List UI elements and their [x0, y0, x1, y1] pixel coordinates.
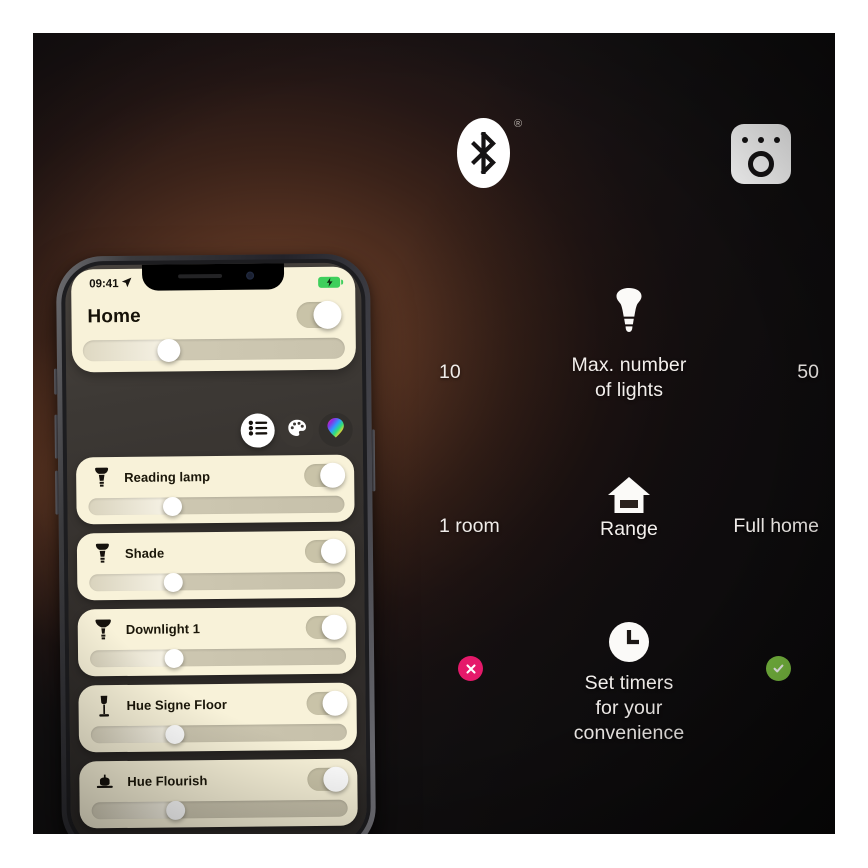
- light-brightness-slider[interactable]: [91, 799, 348, 820]
- light-name: Reading lamp: [124, 469, 211, 485]
- phone-frame: 09:41 Home Reading lamp Shade Downlight …: [54, 253, 377, 834]
- slider-knob[interactable]: [163, 496, 183, 516]
- list-item[interactable]: Reading lamp: [75, 454, 355, 525]
- light-brightness-slider[interactable]: [89, 571, 346, 592]
- max-lights-max-value: 50: [797, 361, 819, 383]
- timers-label-line1: Set timers: [584, 672, 674, 694]
- light-toggle[interactable]: [306, 690, 348, 716]
- light-row: Hue Flourish: [91, 766, 349, 794]
- light-list: Reading lamp Shade Downlight 1 Hue Signe…: [75, 454, 358, 834]
- hue-bridge-logo-icon: [731, 124, 791, 184]
- timers-label-line3: convenience: [573, 722, 685, 744]
- home-title-row: Home: [82, 300, 344, 331]
- bridge-ring: [748, 151, 774, 177]
- light-toggle[interactable]: [307, 766, 349, 792]
- clock-icon: [608, 621, 650, 668]
- light-toggle[interactable]: [305, 614, 347, 640]
- light-name: Hue Flourish: [127, 773, 208, 789]
- toggle-knob: [320, 462, 346, 488]
- light-name: Shade: [124, 545, 165, 561]
- view-mode-segmented-control: [240, 412, 353, 448]
- range-max-value: Full home: [733, 515, 819, 537]
- spot-bulb-icon: [89, 543, 115, 564]
- list-item[interactable]: Shade: [76, 530, 356, 601]
- battery-charging-icon: [318, 276, 341, 288]
- status-bar-left: 09:41: [82, 277, 133, 292]
- slider-knob[interactable]: [157, 338, 181, 362]
- list-item[interactable]: Hue Flourish: [79, 758, 358, 829]
- check-badge: [766, 656, 791, 681]
- downlight-icon: [90, 619, 116, 640]
- phone-power-button[interactable]: [371, 429, 376, 492]
- phone-screen: 09:41 Home Reading lamp Shade Downlight …: [64, 262, 368, 834]
- light-name: Downlight 1: [125, 621, 201, 637]
- spot-bulb-icon: [88, 467, 114, 488]
- bulb-icon: [614, 287, 644, 338]
- list-item[interactable]: Hue Signe Floor: [78, 682, 358, 753]
- house-icon: [607, 476, 651, 519]
- toggle-knob: [323, 766, 349, 792]
- light-brightness-slider[interactable]: [88, 495, 345, 516]
- bridge-dots: [731, 137, 791, 143]
- scenes-view-button[interactable]: [279, 412, 314, 448]
- pendant-lamp-icon: [91, 774, 117, 790]
- home-master-toggle[interactable]: [296, 300, 342, 329]
- home-brightness-slider[interactable]: [82, 337, 345, 362]
- toggle-knob: [320, 538, 347, 564]
- toggle-knob: [313, 300, 342, 329]
- status-bar-right: [318, 276, 344, 288]
- feature-max-lights: 10 Max. number of lights 50: [423, 287, 835, 407]
- status-bar-time: 09:41: [89, 278, 119, 291]
- feature-range: 1 room Range Full home: [423, 476, 835, 566]
- list-item[interactable]: Downlight 1: [77, 606, 357, 677]
- registered-trademark-mark: ®: [514, 118, 523, 130]
- color-view-button[interactable]: [318, 412, 353, 447]
- location-arrow-icon: [122, 277, 133, 291]
- toggle-knob: [322, 690, 348, 716]
- light-toggle[interactable]: [304, 462, 346, 488]
- cross-badge: [458, 656, 483, 681]
- light-row: Hue Signe Floor: [90, 690, 348, 718]
- timers-label-line2: for your: [595, 697, 663, 719]
- palette-icon: [287, 419, 306, 442]
- slider-knob[interactable]: [165, 724, 185, 744]
- timers-label: Set timers for your convenience: [514, 671, 744, 746]
- scene-canvas: ® 10 Max. number of lights 50 1 room Ran…: [33, 33, 835, 834]
- phone-volume-down-button[interactable]: [55, 470, 59, 515]
- toggle-knob: [321, 614, 347, 640]
- phone-volume-up-button[interactable]: [54, 414, 58, 459]
- bluetooth-logo-icon: [457, 118, 510, 188]
- light-toggle[interactable]: [304, 538, 347, 564]
- earpiece-speaker: [178, 273, 223, 279]
- color-bulb-icon: [326, 416, 346, 443]
- front-camera: [246, 271, 255, 280]
- logo-row: ®: [423, 118, 835, 208]
- slider-knob[interactable]: [164, 572, 184, 592]
- light-brightness-slider[interactable]: [90, 723, 347, 744]
- light-name: Hue Signe Floor: [126, 696, 228, 713]
- light-row: Reading lamp: [88, 462, 346, 490]
- phone-notch: [141, 263, 285, 291]
- slider-knob[interactable]: [166, 800, 186, 820]
- light-row: Downlight 1: [90, 614, 347, 642]
- page-title: Home: [87, 305, 141, 328]
- list-view-button[interactable]: [240, 413, 275, 448]
- slider-knob[interactable]: [164, 648, 185, 668]
- phone-mockup: 09:41 Home Reading lamp Shade Downlight …: [54, 253, 377, 834]
- phone-mute-switch[interactable]: [54, 368, 58, 395]
- list-icon: [248, 420, 267, 440]
- feature-timers: Set timers for your convenience: [423, 621, 835, 761]
- light-brightness-slider[interactable]: [89, 647, 347, 668]
- feature-column: ® 10 Max. number of lights 50 1 room Ran…: [423, 33, 835, 834]
- floor-lamp-icon: [90, 695, 116, 717]
- phone-bezel: 09:41 Home Reading lamp Shade Downlight …: [60, 258, 372, 834]
- light-row: Shade: [89, 538, 347, 566]
